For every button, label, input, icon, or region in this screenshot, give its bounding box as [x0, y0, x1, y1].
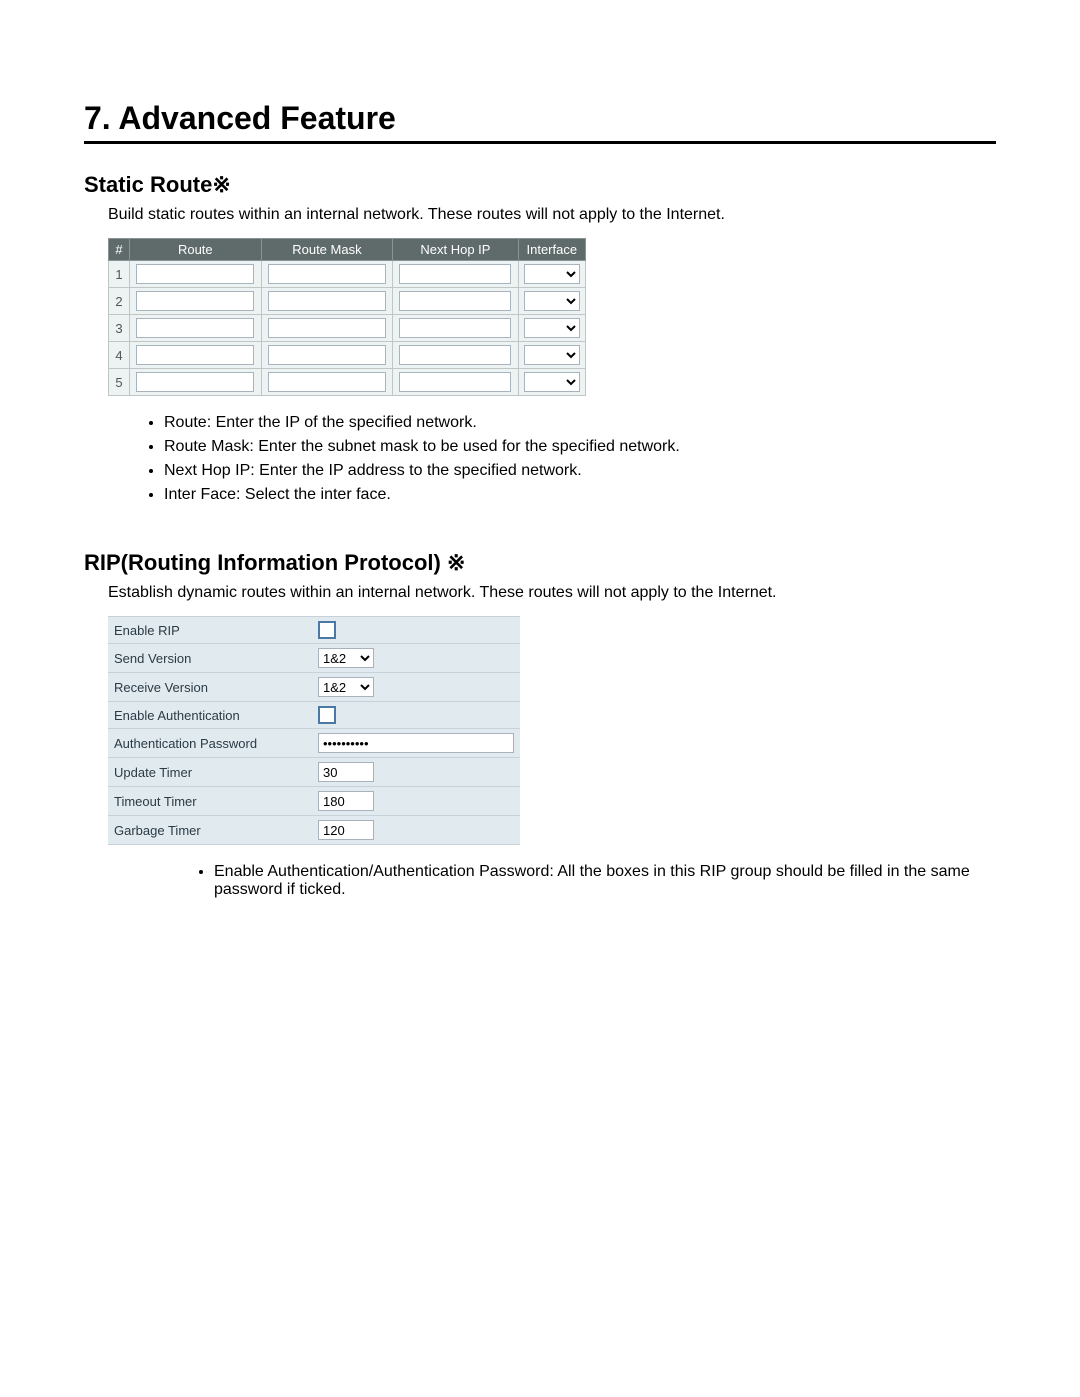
rip-settings-table: Enable RIP Send Version 1&2 Receive Vers…	[108, 616, 520, 845]
route-input[interactable]	[136, 264, 254, 284]
col-header-hop: Next Hop IP	[393, 239, 518, 261]
col-header-route: Route	[130, 239, 262, 261]
list-item: Route: Enter the IP of the specified net…	[164, 414, 996, 432]
send-version-select[interactable]: 1&2	[318, 648, 374, 668]
next-hop-input[interactable]	[399, 318, 511, 338]
rip-intro: Establish dynamic routes within an inter…	[108, 584, 996, 602]
table-row: 4	[109, 342, 586, 369]
interface-select[interactable]	[524, 318, 580, 338]
rip-row: Authentication Password	[108, 729, 520, 758]
static-route-table: # Route Route Mask Next Hop IP Interface…	[108, 238, 586, 396]
next-hop-input[interactable]	[399, 291, 511, 311]
next-hop-input[interactable]	[399, 345, 511, 365]
rip-label: Update Timer	[108, 758, 312, 787]
rip-label: Garbage Timer	[108, 816, 312, 845]
table-row: 3	[109, 315, 586, 342]
interface-select[interactable]	[524, 372, 580, 392]
enable-rip-checkbox[interactable]	[318, 621, 336, 639]
rip-row: Receive Version 1&2	[108, 673, 520, 702]
update-timer-input[interactable]	[318, 762, 374, 782]
static-route-figure: # Route Route Mask Next Hop IP Interface…	[108, 238, 996, 396]
list-item: Inter Face: Select the inter face.	[164, 486, 996, 504]
interface-select[interactable]	[524, 345, 580, 365]
row-number: 1	[109, 261, 130, 288]
table-row: 2	[109, 288, 586, 315]
row-number: 3	[109, 315, 130, 342]
next-hop-input[interactable]	[399, 264, 511, 284]
row-number: 2	[109, 288, 130, 315]
list-item: Enable Authentication/Authentication Pas…	[214, 863, 996, 899]
rip-figure: Enable RIP Send Version 1&2 Receive Vers…	[108, 616, 996, 845]
route-mask-input[interactable]	[268, 372, 386, 392]
rip-label: Enable Authentication	[108, 702, 312, 729]
timeout-timer-input[interactable]	[318, 791, 374, 811]
route-mask-input[interactable]	[268, 318, 386, 338]
rip-row: Garbage Timer	[108, 816, 520, 845]
rip-label: Receive Version	[108, 673, 312, 702]
table-header-row: # Route Route Mask Next Hop IP Interface	[109, 239, 586, 261]
col-header-num: #	[109, 239, 130, 261]
rip-bullets: Enable Authentication/Authentication Pas…	[214, 863, 996, 899]
static-route-bullets: Route: Enter the IP of the specified net…	[164, 414, 996, 504]
document-page: 7. Advanced Feature Static Route※ Build …	[0, 0, 1080, 1397]
chapter-heading: 7. Advanced Feature	[84, 100, 996, 144]
route-mask-input[interactable]	[268, 264, 386, 284]
static-route-intro: Build static routes within an internal n…	[108, 206, 996, 224]
next-hop-input[interactable]	[399, 372, 511, 392]
route-input[interactable]	[136, 291, 254, 311]
rip-label: Send Version	[108, 644, 312, 673]
rip-row: Update Timer	[108, 758, 520, 787]
route-mask-input[interactable]	[268, 345, 386, 365]
receive-version-select[interactable]: 1&2	[318, 677, 374, 697]
garbage-timer-input[interactable]	[318, 820, 374, 840]
rip-row: Enable RIP	[108, 617, 520, 644]
table-row: 1	[109, 261, 586, 288]
row-number: 4	[109, 342, 130, 369]
enable-auth-checkbox[interactable]	[318, 706, 336, 724]
auth-password-input[interactable]	[318, 733, 514, 753]
interface-select[interactable]	[524, 291, 580, 311]
rip-label: Timeout Timer	[108, 787, 312, 816]
interface-select[interactable]	[524, 264, 580, 284]
route-input[interactable]	[136, 345, 254, 365]
rip-row: Enable Authentication	[108, 702, 520, 729]
route-input[interactable]	[136, 318, 254, 338]
list-item: Next Hop IP: Enter the IP address to the…	[164, 462, 996, 480]
route-mask-input[interactable]	[268, 291, 386, 311]
static-route-heading: Static Route※	[84, 172, 996, 198]
route-input[interactable]	[136, 372, 254, 392]
rip-label: Enable RIP	[108, 617, 312, 644]
col-header-iface: Interface	[518, 239, 585, 261]
list-item: Route Mask: Enter the subnet mask to be …	[164, 438, 996, 456]
rip-row: Timeout Timer	[108, 787, 520, 816]
rip-heading: RIP(Routing Information Protocol) ※	[84, 550, 996, 576]
table-row: 5	[109, 369, 586, 396]
row-number: 5	[109, 369, 130, 396]
rip-row: Send Version 1&2	[108, 644, 520, 673]
col-header-mask: Route Mask	[261, 239, 393, 261]
rip-label: Authentication Password	[108, 729, 312, 758]
